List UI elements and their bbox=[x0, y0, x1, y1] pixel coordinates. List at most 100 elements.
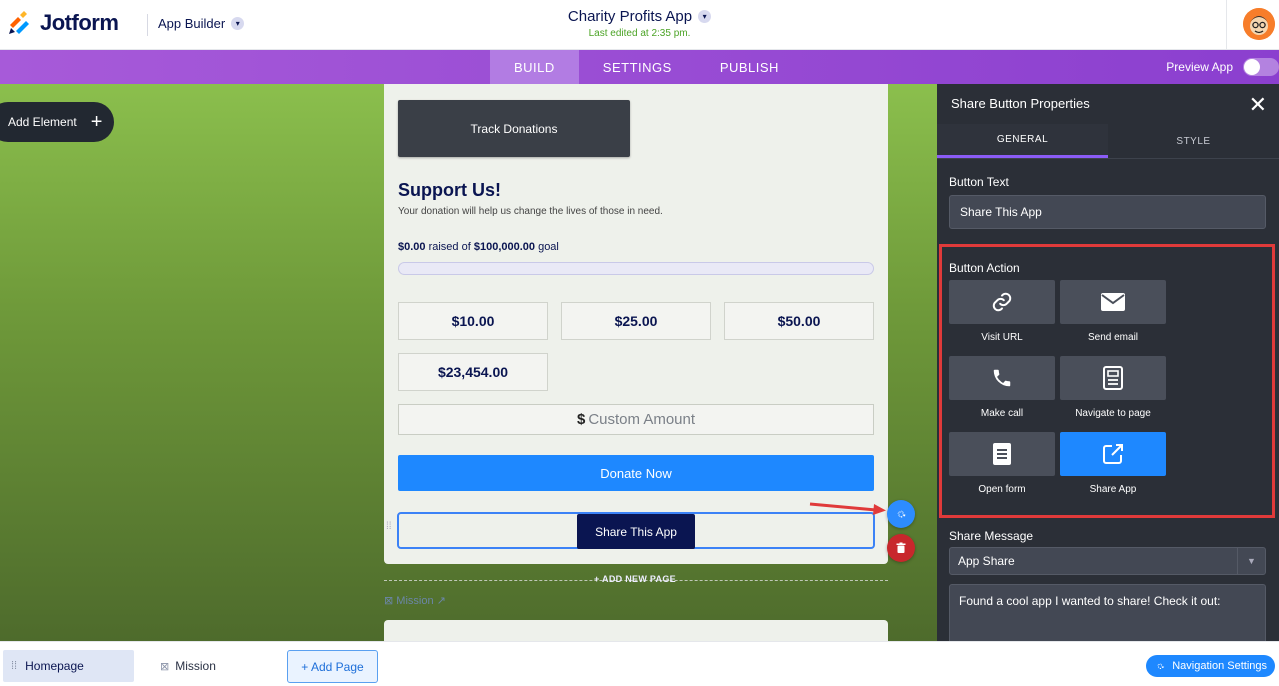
share-this-app-button[interactable]: Share This App bbox=[577, 514, 695, 549]
pages-bar: ⁞⁞ Homepage ⊠ Mission + Add Page Navigat… bbox=[0, 641, 1279, 686]
drag-handle-icon[interactable]: ⁞⁞ bbox=[386, 522, 392, 532]
donate-now-button[interactable]: Donate Now bbox=[398, 455, 874, 491]
panel-tabs: GENERAL STYLE bbox=[937, 124, 1279, 158]
plus-icon: + bbox=[90, 111, 103, 133]
tab-publish[interactable]: PUBLISH bbox=[696, 50, 803, 84]
support-subtitle: Your donation will help us change the li… bbox=[398, 206, 663, 217]
action-label: Open form bbox=[978, 484, 1026, 495]
avatar-divider bbox=[1226, 0, 1227, 50]
action-label: Visit URL bbox=[981, 332, 1023, 343]
app-title-block: Charity Profits App ▾ Last edited at 2:3… bbox=[0, 8, 1279, 39]
properties-panel: Share Button Properties ✕ GENERAL STYLE … bbox=[937, 84, 1279, 641]
tab-general[interactable]: GENERAL bbox=[937, 124, 1108, 158]
tab-style[interactable]: STYLE bbox=[1108, 124, 1279, 158]
page-tab-label: Mission bbox=[175, 659, 216, 673]
raised-mid-text: raised of bbox=[425, 241, 474, 253]
trash-icon bbox=[896, 542, 906, 553]
avatar-face-icon bbox=[1243, 8, 1275, 40]
custom-amount-input[interactable]: $ Custom Amount bbox=[398, 404, 874, 435]
panel-tabs-divider bbox=[937, 158, 1279, 159]
element-settings-button[interactable] bbox=[887, 500, 915, 528]
button-action-label: Button Action bbox=[949, 261, 1020, 275]
amount-option-10[interactable]: $10.00 bbox=[398, 302, 548, 340]
action-make-call[interactable]: Make call bbox=[949, 356, 1055, 419]
last-edited-text: Last edited at 2:35 pm. bbox=[588, 28, 691, 39]
delete-element-button[interactable] bbox=[887, 534, 915, 562]
navigation-settings-label: Navigation Settings bbox=[1172, 660, 1267, 672]
action-share-app[interactable]: Share App bbox=[1060, 432, 1166, 495]
app-title-dropdown[interactable]: Charity Profits App ▾ bbox=[567, 8, 712, 25]
gear-icon bbox=[897, 510, 907, 518]
add-element-button[interactable]: Add Element + bbox=[0, 102, 114, 142]
next-page-preview bbox=[384, 620, 888, 641]
action-tile[interactable] bbox=[949, 356, 1055, 400]
donation-progress-bar bbox=[398, 262, 874, 275]
tab-settings[interactable]: SETTINGS bbox=[579, 50, 696, 84]
currency-symbol: $ bbox=[576, 411, 586, 428]
share-message-select-value: App Share bbox=[958, 554, 1015, 568]
action-tile[interactable] bbox=[949, 432, 1055, 476]
avatar[interactable] bbox=[1243, 8, 1275, 40]
action-visit-url[interactable]: Visit URL bbox=[949, 280, 1055, 343]
close-icon[interactable]: ✕ bbox=[1249, 92, 1267, 118]
raised-goal-text: $0.00 raised of $100,000.00 goal bbox=[398, 241, 559, 253]
share-message-label: Share Message bbox=[949, 529, 1034, 543]
next-page-link[interactable]: ⊠ Mission ↗ bbox=[384, 594, 446, 607]
selected-share-element[interactable]: Share This App bbox=[397, 512, 875, 549]
raised-suffix-text: goal bbox=[535, 241, 559, 253]
form-icon bbox=[993, 443, 1011, 465]
page-tab-homepage[interactable]: ⁞⁞ Homepage bbox=[3, 650, 134, 682]
builder-canvas: Add Element + Track Donations Support Us… bbox=[0, 84, 937, 641]
panel-title: Share Button Properties bbox=[951, 96, 1090, 111]
preview-app-control: Preview App bbox=[1166, 50, 1279, 84]
gear-icon bbox=[1157, 663, 1165, 669]
app-page-preview: Track Donations Support Us! Your donatio… bbox=[384, 84, 888, 564]
mail-icon bbox=[1101, 293, 1125, 311]
action-send-email[interactable]: Send email bbox=[1060, 280, 1166, 343]
tab-build[interactable]: BUILD bbox=[490, 50, 579, 84]
navigation-settings-button[interactable]: Navigation Settings bbox=[1146, 655, 1275, 677]
amount-option-50[interactable]: $50.00 bbox=[724, 302, 874, 340]
goal-amount: $100,000.00 bbox=[473, 241, 536, 253]
share-message-select[interactable]: App Share ▼ bbox=[949, 547, 1266, 575]
next-page-label: Mission bbox=[396, 595, 434, 607]
page-tab-mission[interactable]: ⊠ Mission bbox=[160, 650, 216, 682]
share-icon bbox=[1103, 444, 1123, 464]
chevron-down-icon: ▾ bbox=[698, 10, 712, 23]
page-icon bbox=[1103, 366, 1123, 390]
link-icon bbox=[992, 292, 1012, 312]
action-tile[interactable] bbox=[1060, 356, 1166, 400]
builder-nav-bar: BUILD SETTINGS PUBLISH Preview App bbox=[0, 50, 1279, 84]
chevron-down-icon[interactable]: ▼ bbox=[1237, 548, 1265, 574]
action-label: Make call bbox=[980, 408, 1024, 419]
action-navigate-to-page[interactable]: Navigate to page bbox=[1060, 356, 1166, 419]
action-tile[interactable] bbox=[949, 280, 1055, 324]
action-label: Navigate to page bbox=[1075, 408, 1151, 419]
annotation-arrow-icon bbox=[809, 502, 886, 515]
share-message-textarea[interactable]: Found a cool app I wanted to share! Chec… bbox=[949, 584, 1266, 641]
action-label: Send email bbox=[1087, 332, 1139, 343]
track-donations-button[interactable]: Track Donations bbox=[398, 100, 630, 157]
action-label: Share App bbox=[1089, 484, 1137, 495]
raised-amount: $0.00 bbox=[398, 241, 426, 253]
action-open-form[interactable]: Open form bbox=[949, 432, 1055, 495]
custom-amount-placeholder: Custom Amount bbox=[588, 411, 696, 428]
button-text-label: Button Text bbox=[949, 175, 1009, 189]
phone-icon bbox=[993, 369, 1011, 387]
add-page-button[interactable]: + Add Page bbox=[287, 650, 378, 683]
preview-app-label: Preview App bbox=[1166, 60, 1233, 74]
drag-handle-icon[interactable]: ⁞⁞ bbox=[11, 660, 17, 672]
preview-app-toggle[interactable] bbox=[1243, 58, 1279, 76]
action-tile[interactable] bbox=[1060, 280, 1166, 324]
action-tile-selected[interactable] bbox=[1060, 432, 1166, 476]
amount-option-23454[interactable]: $23,454.00 bbox=[398, 353, 548, 391]
amount-option-25[interactable]: $25.00 bbox=[561, 302, 711, 340]
builder-tabs: BUILD SETTINGS PUBLISH bbox=[490, 50, 803, 84]
page-tab-label: Homepage bbox=[25, 659, 84, 673]
top-bar: Jotform App Builder ▾ Charity Profits Ap… bbox=[0, 0, 1279, 50]
support-title: Support Us! bbox=[398, 180, 501, 200]
add-new-page-link[interactable]: + ADD NEW PAGE bbox=[586, 574, 684, 584]
app-title: Charity Profits App bbox=[567, 8, 693, 25]
button-text-input[interactable]: Share This App bbox=[949, 195, 1266, 229]
add-element-label: Add Element bbox=[8, 115, 77, 129]
